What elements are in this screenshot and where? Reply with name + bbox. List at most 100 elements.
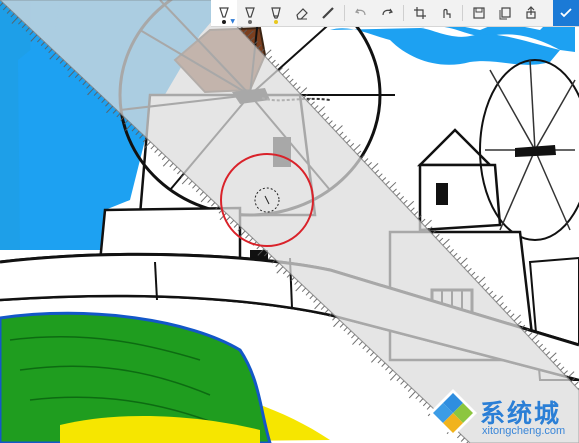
ruler-tick <box>396 376 401 382</box>
ruler-tick <box>292 82 298 87</box>
ruler-tick <box>339 131 344 136</box>
ruler-tick <box>285 74 290 80</box>
ruler-tick <box>339 323 344 328</box>
copy-button[interactable] <box>492 0 518 26</box>
ruler-tick <box>289 78 294 83</box>
ruler-tick <box>389 373 397 381</box>
ruler-tick <box>364 158 369 163</box>
undo-button[interactable] <box>348 0 374 26</box>
save-icon <box>473 7 485 19</box>
screenshot: ▼ 系统城 xitongcheng.com <box>0 0 579 443</box>
ballpoint-pen-button[interactable]: ▼ <box>211 0 237 26</box>
ruler-tick <box>392 188 397 193</box>
ruler-tick <box>399 196 405 201</box>
ruler-tick <box>310 101 315 106</box>
eraser-button[interactable] <box>289 0 315 26</box>
pencil-button[interactable] <box>237 0 263 26</box>
pencil-icon <box>245 7 255 18</box>
ruler-tick <box>314 105 319 110</box>
ruler-tick <box>267 55 273 61</box>
ruler-tick <box>385 366 390 371</box>
share-button[interactable] <box>518 0 544 26</box>
ruler-tick <box>358 341 363 346</box>
ruler-tick <box>274 63 280 68</box>
ruler-tick <box>267 255 272 260</box>
ruler-tick <box>403 199 408 204</box>
ruler-tick <box>353 144 361 151</box>
ruler-tick <box>408 391 416 399</box>
redo-icon <box>382 8 393 16</box>
check-icon <box>560 8 572 18</box>
highlighter-color-swatch <box>274 20 278 24</box>
share-icon <box>526 6 536 19</box>
crop-button[interactable] <box>407 0 433 26</box>
right-hub <box>515 145 556 157</box>
highlighter-button[interactable] <box>263 0 289 26</box>
ruler-tick <box>404 384 409 389</box>
ruler-tick <box>356 150 362 155</box>
ruler-tick <box>381 362 386 367</box>
highlighter-icon <box>271 7 281 19</box>
ruler-icon <box>322 7 334 19</box>
pen-icon <box>219 7 229 18</box>
ruler-tick <box>366 348 371 353</box>
ruler-tick <box>407 387 412 392</box>
ruler-tick <box>349 143 355 148</box>
ruler-tick <box>377 359 382 364</box>
pen-color-swatch <box>222 20 226 24</box>
ruler-tick <box>413 211 419 216</box>
ruler-tick <box>328 120 333 125</box>
ruler-tick <box>299 87 308 95</box>
ruler-button[interactable] <box>315 0 341 26</box>
ruler-tick <box>351 334 356 339</box>
ruler-tick <box>347 330 352 335</box>
ruler-tick <box>248 237 254 243</box>
ruler-tick <box>271 59 276 64</box>
toolbar-divider <box>344 5 345 21</box>
ruler-tick <box>388 369 394 375</box>
undo-icon <box>355 8 366 16</box>
ruler-tick <box>367 161 372 167</box>
done-button[interactable] <box>553 0 579 26</box>
ink-toolbar: ▼ <box>211 0 579 27</box>
ruler-tick <box>385 180 390 186</box>
ruler-tick <box>381 177 387 182</box>
ruler-tick <box>370 355 378 363</box>
ruler-tick <box>331 124 337 129</box>
ruler-tick <box>369 351 375 357</box>
ruler-tick <box>371 163 379 170</box>
redo-button[interactable] <box>374 0 400 26</box>
crop-icon <box>414 7 426 19</box>
pencil-color-swatch <box>248 20 252 24</box>
ruler-tick <box>245 234 250 239</box>
ruler-tick <box>410 207 415 212</box>
eraser-icon <box>296 8 308 20</box>
ruler-tick <box>362 344 367 350</box>
toolbar-divider <box>403 5 404 21</box>
ruler-tick <box>415 394 420 400</box>
ruler-tick <box>389 181 397 189</box>
ruler-tick <box>333 319 341 328</box>
ruler-tick <box>282 68 290 76</box>
ruler-tick <box>406 200 415 208</box>
right-window <box>436 183 448 205</box>
ruler-tick <box>296 86 301 91</box>
ruler-tick <box>346 139 351 144</box>
touch-writing-button[interactable] <box>433 0 459 26</box>
toolbar-divider <box>462 5 463 21</box>
ruler-tick <box>317 106 325 114</box>
watermark-url: xitongcheng.com <box>482 425 566 437</box>
ruler-tick <box>374 169 380 174</box>
ruler-tick <box>343 326 348 332</box>
ruler-tick <box>324 116 330 121</box>
ruler-tick <box>352 337 359 345</box>
chevron-down-icon: ▼ <box>230 18 235 25</box>
ruler-tick <box>335 125 343 133</box>
save-button[interactable] <box>466 0 492 26</box>
ruler-tick <box>400 380 405 385</box>
ruler-tick <box>396 192 401 197</box>
copy-icon <box>499 7 511 20</box>
touch-writing-icon <box>443 8 451 18</box>
sketch-canvas[interactable] <box>0 0 579 443</box>
ruler-tick <box>378 173 383 178</box>
